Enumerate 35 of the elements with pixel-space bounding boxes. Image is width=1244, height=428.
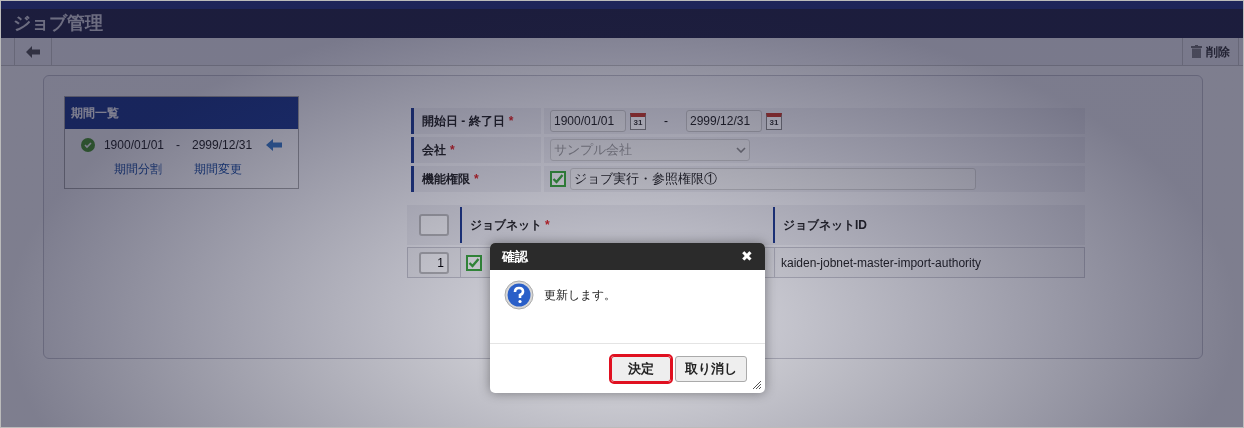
delete-button[interactable]: 削除 bbox=[1182, 38, 1239, 65]
date-field[interactable]: 2999/12/31 bbox=[686, 110, 762, 132]
table-cell-text: kaiden-jobnet-master-import-authority bbox=[781, 254, 982, 272]
period-end: 2999/12/31 bbox=[192, 137, 253, 154]
trash-icon bbox=[1191, 45, 1202, 58]
dialog-title: 確認 bbox=[502, 247, 528, 266]
dialog-button[interactable]: 決定 bbox=[611, 355, 671, 382]
checkbox[interactable] bbox=[550, 171, 566, 187]
left-arrow-icon bbox=[266, 139, 283, 151]
field-label: 機能権限 * bbox=[411, 166, 541, 192]
resize-grip-icon bbox=[753, 381, 761, 389]
field-label: 開始日 - 終了日 * bbox=[411, 108, 541, 134]
dialog-button[interactable]: 取り消し bbox=[675, 355, 747, 382]
date-field[interactable]: 1900/01/01 bbox=[550, 110, 626, 132]
row-number: 1 bbox=[419, 251, 449, 274]
close-button[interactable]: ✖ bbox=[741, 246, 753, 267]
dialog-message: 更新します。 bbox=[544, 287, 616, 304]
period-start: 1900/01/01 bbox=[103, 137, 164, 154]
authority-tag: ジョブ実行・参照権限① bbox=[570, 168, 976, 190]
date-separator: - bbox=[664, 113, 668, 130]
chevron-down-icon bbox=[736, 147, 746, 153]
period-separator: - bbox=[176, 137, 180, 154]
calendar-icon[interactable]: 31 bbox=[630, 112, 646, 130]
period-list-title: 期間一覧 bbox=[71, 105, 119, 122]
calendar-icon[interactable]: 31 bbox=[766, 112, 782, 130]
field-label: 会社 * bbox=[411, 137, 541, 163]
column-header: ジョブネットID bbox=[773, 207, 1085, 243]
question-icon bbox=[504, 280, 534, 310]
back-arrow-icon bbox=[26, 45, 40, 58]
page-title: ジョブ管理 bbox=[13, 12, 103, 35]
back-button[interactable] bbox=[14, 38, 52, 65]
period-link[interactable]: 期間分割 bbox=[113, 160, 162, 178]
period-link[interactable]: 期間変更 bbox=[193, 160, 242, 178]
select-all-box[interactable] bbox=[418, 214, 449, 236]
checkbox[interactable] bbox=[466, 254, 482, 271]
